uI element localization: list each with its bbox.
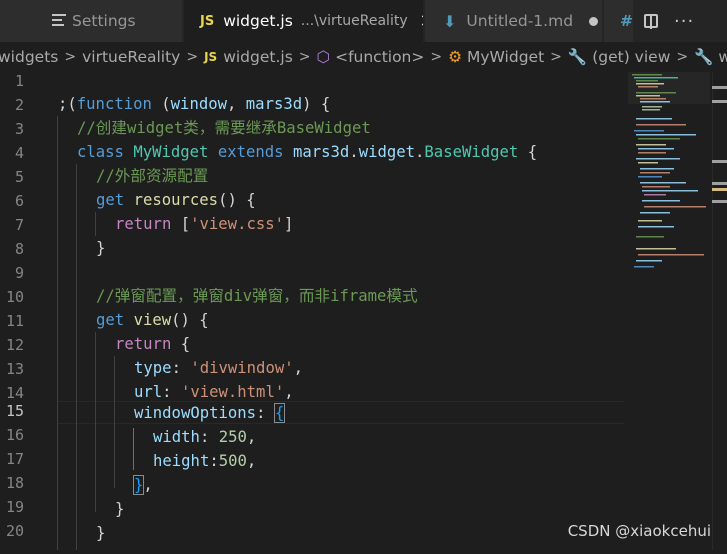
tab-label: Untitled-1.md bbox=[466, 12, 574, 30]
tab-widget-js[interactable]: JS widget.js ...\virtueReality ✕ bbox=[184, 0, 424, 42]
line-number: 4 bbox=[14, 144, 24, 162]
line-number: 3 bbox=[14, 120, 24, 138]
code-line-12: return { bbox=[115, 335, 191, 353]
breadcrumb-item[interactable]: <function> bbox=[335, 48, 424, 66]
line-number: 8 bbox=[14, 240, 24, 258]
code-line-8: } bbox=[96, 239, 106, 257]
line-number: 19 bbox=[5, 498, 24, 516]
line-number-current: 15 bbox=[5, 402, 24, 420]
line-number: 14 bbox=[5, 384, 24, 402]
minimap-preview bbox=[628, 72, 710, 268]
line-number: 6 bbox=[14, 192, 24, 210]
code-line-2: ;(function (window, mars3d) { bbox=[58, 95, 331, 113]
line-number: 12 bbox=[5, 336, 24, 354]
markdown-file-icon: ⬇ bbox=[443, 11, 457, 31]
line-number: 10 bbox=[5, 288, 24, 306]
code-line-6: get resources() { bbox=[96, 191, 256, 209]
line-number: 16 bbox=[5, 426, 24, 444]
code-line-17: height:500, bbox=[153, 452, 257, 470]
js-file-icon: JS bbox=[204, 50, 218, 64]
js-file-icon: JS bbox=[200, 13, 215, 29]
scrollbar-marker bbox=[712, 160, 727, 163]
line-number: 20 bbox=[5, 522, 24, 540]
line-number: 2 bbox=[14, 96, 24, 114]
chevron-right-icon: > bbox=[64, 49, 77, 65]
editor-actions: ··· bbox=[634, 0, 727, 42]
scrollbar-marker bbox=[712, 86, 727, 89]
line-number: 18 bbox=[5, 474, 24, 492]
code-line-4: class MyWidget extends mars3d.widget.Bas… bbox=[77, 143, 538, 161]
scrollbar-marker bbox=[712, 200, 727, 203]
settings-icon bbox=[52, 14, 66, 26]
code-line-16: width: 250, bbox=[153, 428, 257, 446]
code-line-5: //外部资源配置 bbox=[96, 167, 209, 185]
more-actions-icon[interactable]: ··· bbox=[674, 11, 694, 32]
code-editor[interactable]: 1 2 3 4 5 6 7 8 9 10 11 12 13 14 15 16 1… bbox=[0, 72, 727, 550]
close-icon[interactable]: ✕ bbox=[420, 11, 423, 32]
vertical-scrollbar[interactable] bbox=[712, 72, 727, 550]
code-line-18: }, bbox=[132, 475, 153, 495]
tab-path: ...\virtueReality bbox=[300, 13, 408, 29]
line-number: 13 bbox=[5, 360, 24, 378]
chevron-right-icon: > bbox=[430, 49, 443, 65]
chevron-right-icon: > bbox=[186, 49, 199, 65]
code-line-13: type: 'divwindow', bbox=[134, 359, 304, 377]
breadcrumb: widgets > virtueReality > JS widget.js >… bbox=[0, 42, 727, 72]
chevron-right-icon: > bbox=[550, 49, 562, 65]
breadcrumb-item[interactable]: widgets bbox=[0, 48, 58, 66]
breadcrumb-item[interactable]: virtueReality bbox=[82, 48, 180, 66]
line-number: 1 bbox=[14, 72, 24, 90]
breadcrumb-item[interactable]: (get) view bbox=[592, 48, 670, 66]
tab-settings[interactable]: Settings bbox=[0, 0, 183, 42]
code-line-19: } bbox=[115, 500, 125, 518]
tab-untitled-md[interactable]: ⬇ Untitled-1.md bbox=[425, 0, 603, 42]
tab-bar: Settings JS widget.js ...\virtueReality … bbox=[0, 0, 727, 42]
tab-label: widget.js bbox=[223, 12, 293, 30]
chevron-right-icon: > bbox=[298, 49, 311, 65]
tab-css-file[interactable]: # bbox=[604, 0, 634, 42]
code-line-11: get view() { bbox=[96, 311, 209, 329]
tab-label: Settings bbox=[72, 12, 136, 30]
class-icon: ⚙ bbox=[448, 48, 463, 66]
line-number: 7 bbox=[14, 216, 24, 234]
split-editor-icon[interactable] bbox=[644, 14, 658, 29]
code-line-20: } bbox=[96, 524, 106, 542]
scrollbar-marker bbox=[712, 100, 727, 103]
code-area[interactable]: ;(function (window, mars3d) { //创建widget… bbox=[58, 72, 624, 550]
minimap[interactable] bbox=[628, 72, 710, 550]
code-line-15: windowOptions: { bbox=[134, 403, 286, 423]
cube-icon: ⬡ bbox=[316, 48, 331, 66]
chevron-right-icon: > bbox=[676, 49, 689, 65]
unsaved-dot-icon[interactable] bbox=[589, 16, 599, 26]
scrollbar-cursor-marker bbox=[712, 188, 727, 191]
wrench-icon: 🔧 bbox=[694, 48, 714, 66]
code-line-3: //创建widget类，需要继承BaseWidget bbox=[77, 119, 371, 137]
line-number: 11 bbox=[5, 312, 24, 330]
breadcrumb-item[interactable]: window bbox=[718, 48, 727, 66]
line-number: 9 bbox=[14, 264, 24, 282]
line-number-gutter: 1 2 3 4 5 6 7 8 9 10 11 12 13 14 15 16 1… bbox=[0, 72, 38, 550]
line-number: 5 bbox=[14, 168, 24, 186]
tab-label: # bbox=[620, 12, 633, 30]
wrench-icon: 🔧 bbox=[567, 48, 588, 66]
code-line-7: return ['view.css'] bbox=[115, 215, 294, 233]
line-number: 17 bbox=[5, 450, 24, 468]
watermark: CSDN @xiaokcehui bbox=[567, 522, 711, 540]
code-line-10: //弹窗配置，弹窗div弹窗，而非iframe模式 bbox=[96, 287, 418, 305]
scrollbar-marker bbox=[712, 182, 727, 185]
breadcrumb-item[interactable]: MyWidget bbox=[467, 48, 544, 66]
breadcrumb-item[interactable]: widget.js bbox=[223, 48, 293, 66]
